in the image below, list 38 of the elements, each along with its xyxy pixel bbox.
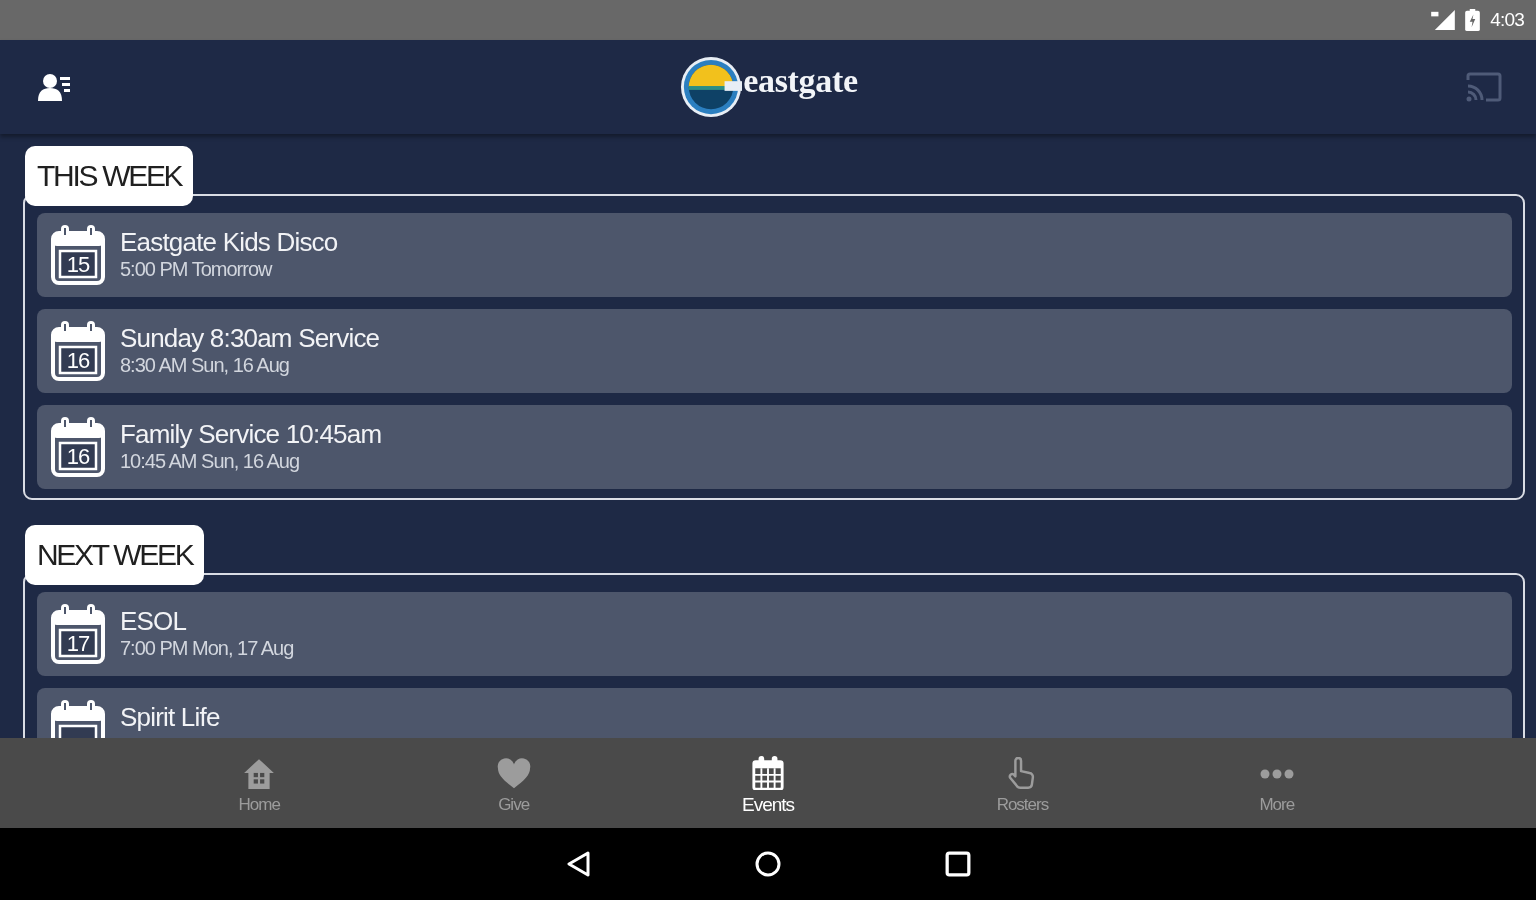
date-number: 16 <box>65 348 91 374</box>
event-item[interactable]: 16 Family Service 10:45am 10:45 AM Sun, 16 Aug <box>37 405 1512 489</box>
calendar-icon <box>751 756 785 790</box>
home-circle-icon <box>755 851 781 877</box>
calendar-icon <box>50 416 106 478</box>
event-time: 10:45 AM Sun, 16 Aug <box>120 449 300 473</box>
event-time: 8:30 AM Sun, 16 Aug <box>120 353 289 377</box>
logo-emblem-icon <box>680 56 743 118</box>
event-title: Sunday 8:30am Service <box>120 324 380 352</box>
event-title: ESOL <box>120 607 187 635</box>
event-time: 7:00 PM Mon, 17 Aug <box>120 636 294 660</box>
event-title: Eastgate Kids Disco <box>120 228 338 256</box>
status-time: 4:03 <box>1490 9 1524 31</box>
heart-icon <box>496 757 531 791</box>
event-title: Spirit Life <box>120 703 220 731</box>
recents-square-icon <box>945 851 971 877</box>
date-number: 16 <box>65 444 91 470</box>
calendar-icon <box>50 224 106 286</box>
date-number: 17 <box>65 631 91 657</box>
cast-icon <box>1466 72 1502 102</box>
section-heading: THIS WEEK <box>25 146 194 206</box>
battery-icon <box>1465 9 1481 31</box>
event-item[interactable]: 15 Eastgate Kids Disco 5:00 PM Tomorrow <box>37 213 1512 297</box>
nav-tab[interactable]: Events <box>640 738 896 828</box>
signal-icon <box>1431 10 1456 30</box>
event-time: 5:00 PM Tomorrow <box>120 257 272 281</box>
event-title: Family Service 10:45am <box>120 420 382 448</box>
calendar-icon <box>50 320 106 382</box>
person-list-icon <box>38 73 70 101</box>
back-icon <box>565 851 591 877</box>
calendar-icon <box>50 603 106 665</box>
event-item[interactable]: 16 Sunday 8:30am Service 8:30 AM Sun, 16 Aug <box>37 309 1512 393</box>
more-dots-icon <box>1259 768 1294 780</box>
section-heading: NEXT WEEK <box>25 525 205 585</box>
date-number: 15 <box>65 252 91 278</box>
logo-text: eastgate <box>743 62 858 100</box>
event-item[interactable]: Spirit Life <box>37 688 1512 738</box>
event-item[interactable]: 17 ESOL 7:00 PM Mon, 17 Aug <box>37 592 1512 676</box>
